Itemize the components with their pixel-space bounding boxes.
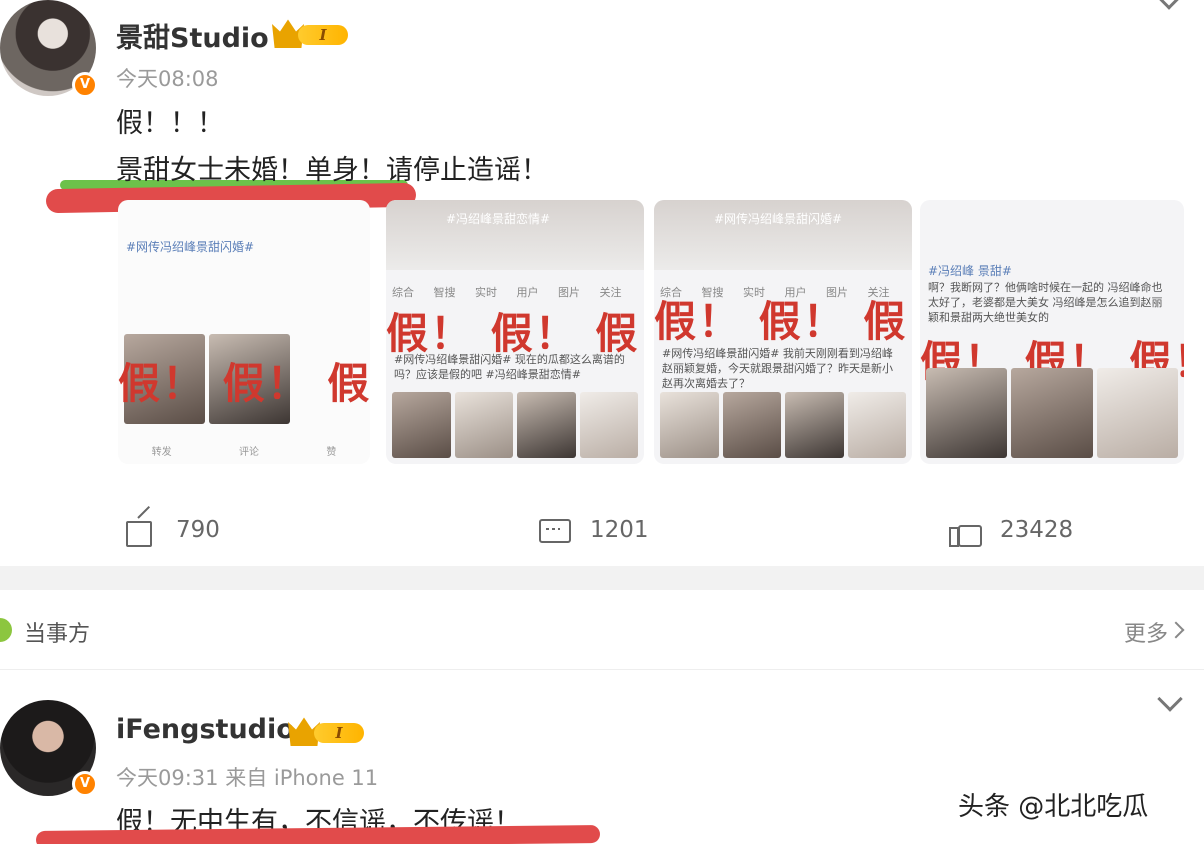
like-button[interactable]: 23428: [948, 510, 1073, 550]
chevron-down-icon[interactable]: [1157, 686, 1183, 712]
repost-icon: [124, 515, 156, 547]
photo: [392, 392, 451, 458]
feed-separator: [0, 566, 1204, 590]
more-link[interactable]: 更多: [1124, 616, 1168, 648]
post-image[interactable]: #网传冯绍峰景甜闪婚# 综合 智搜 实时 用户 图片 关注 假！ 假！ 假！ #…: [654, 200, 912, 464]
image-hashtag: #冯绍峰景甜恋情#: [446, 212, 551, 226]
image-caption: #网传冯绍峰景甜闪婚# 现在的瓜都这么离谱的吗？应该是假的吧 #冯绍峰景甜恋情#: [394, 353, 625, 381]
photo: [722, 392, 781, 458]
vip-level: I: [314, 723, 364, 743]
verified-icon: V: [72, 771, 98, 797]
vip-crown-icon[interactable]: I: [272, 18, 348, 48]
photo: [517, 392, 576, 458]
photo: [785, 392, 844, 458]
photo: [660, 392, 719, 458]
image-hashtag: #冯绍峰 景甜#: [928, 264, 1012, 278]
image-action-row: 转发 评论 赞: [118, 443, 370, 458]
watermark: 头条 @北北吃瓜: [958, 792, 1149, 822]
photo: [1096, 368, 1178, 458]
thumbs-up-icon: [948, 515, 982, 547]
photo: [847, 392, 906, 458]
image-hashtag: #网传冯绍峰景甜闪婚#: [714, 212, 843, 226]
like-count: 23428: [1000, 517, 1074, 543]
vip-crown-icon[interactable]: I: [288, 716, 364, 746]
post-image[interactable]: #网传冯绍峰景甜闪婚# 假！ 假！ 假！ 转发 评论 赞: [118, 200, 370, 464]
comment-button[interactable]: 1201: [538, 510, 649, 550]
comment-count: 1201: [590, 517, 649, 543]
chevron-down-icon[interactable]: [1156, 0, 1182, 10]
username[interactable]: 景甜Studio: [116, 16, 269, 55]
photo: [926, 368, 1008, 458]
party-icon: [0, 618, 12, 642]
repost-count: 790: [176, 517, 220, 543]
image-photo-strip: [392, 392, 638, 458]
repost-button[interactable]: 790: [124, 510, 220, 550]
image-photo-strip: [660, 392, 906, 458]
vip-level: I: [298, 25, 348, 45]
section-label: 当事方: [24, 622, 91, 647]
post-text-line: 假！！！: [116, 108, 224, 139]
photo: [454, 392, 513, 458]
image-action-label: 评论: [238, 447, 259, 458]
post-image[interactable]: #冯绍峰景甜恋情# 综合 智搜 实时 用户 图片 关注 假！ 假！ 假！ #网传…: [386, 200, 644, 464]
photo: [579, 392, 638, 458]
image-photo-strip: [926, 368, 1178, 458]
fake-stamp: 假！ 假！ 假！: [654, 297, 912, 346]
post-text-line: 景甜女士未婚！单身！请停止造谣！: [116, 155, 548, 186]
section-header: 当事方 更多: [0, 590, 1204, 670]
post-image[interactable]: #冯绍峰 景甜# 啊？我断网了？他俩啥时候在一起的 冯绍峰命也太好了，老婆都是大…: [920, 200, 1184, 464]
image-action-label: 赞: [326, 447, 337, 458]
image-caption: #网传冯绍峰景甜闪婚# 我前天刚刚看到冯绍峰赵丽颖复婚，今天就跟景甜闪婚了？昨天…: [662, 347, 893, 390]
username[interactable]: iFengstudio: [116, 714, 295, 745]
chevron-right-icon[interactable]: [1167, 621, 1185, 639]
comment-icon: [538, 515, 571, 545]
verified-icon: V: [72, 72, 98, 98]
image-hashtag: #网传冯绍峰景甜闪婚#: [126, 240, 255, 254]
photo: [1011, 368, 1093, 458]
image-action-label: 转发: [151, 447, 172, 458]
post-timestamp: 今天08:08: [116, 67, 219, 91]
fake-stamp: 假！ 假！ 假！: [118, 359, 370, 408]
post-timestamp: 今天09:31 来自 iPhone 11: [116, 766, 379, 790]
image-tabs: 综合 智搜 实时 用户 图片 关注: [392, 286, 622, 299]
post-card-jingtian-studio: V 景甜Studio I 今天08:08 假！！！ 景甜女士未婚！单身！请停止造…: [0, 0, 1204, 566]
image-caption: 啊？我断网了？他俩啥时候在一起的 冯绍峰命也太好了，老婆都是大美女 冯绍峰是怎么…: [928, 281, 1163, 324]
